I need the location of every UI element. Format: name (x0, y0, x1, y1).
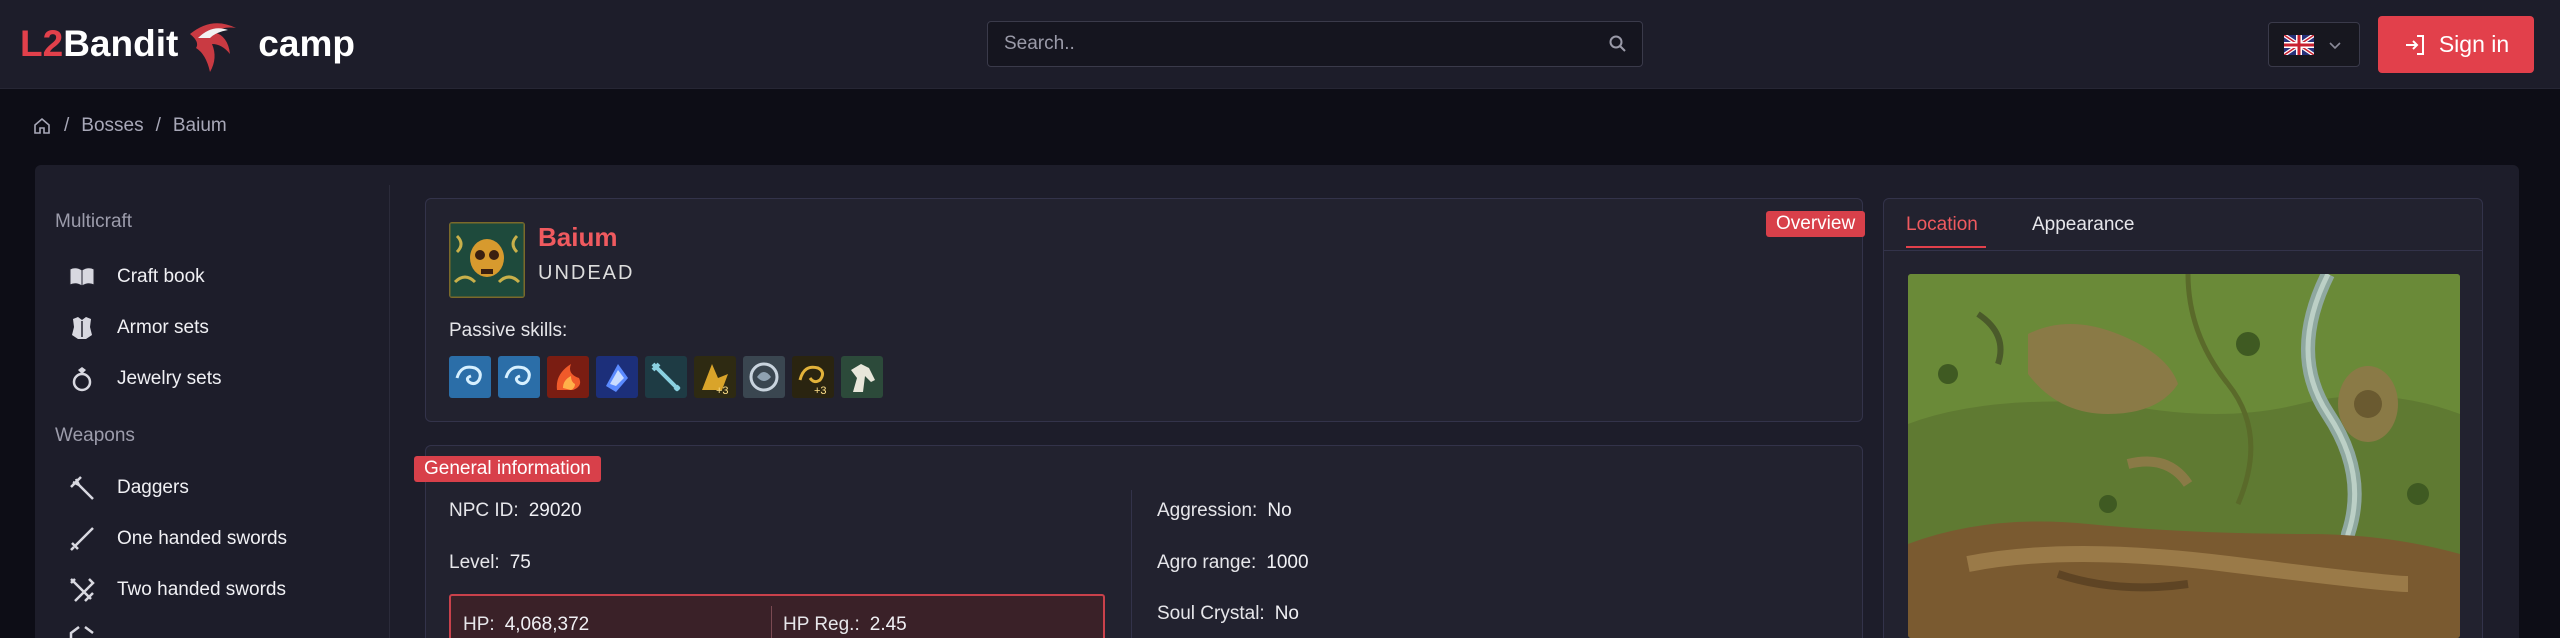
hp-reg-label: HP Reg.: (783, 614, 860, 635)
sidebar-item-label: Armor sets (117, 317, 209, 338)
sidebar-item-label: Craft book (117, 266, 205, 287)
hp-reg-value: 2.45 (869, 614, 907, 635)
search-input[interactable] (988, 22, 1588, 66)
skill-shield-icon[interactable] (743, 356, 785, 398)
general-information-ribbon: General information (414, 456, 601, 482)
sidebar-item-craft-book[interactable]: Craft book (67, 257, 205, 297)
level-value: 75 (509, 552, 531, 573)
sidebar-item-label: Jewelry sets (117, 368, 222, 389)
location-map[interactable] (1908, 274, 2460, 638)
two-handed-sword-icon (70, 578, 95, 602)
breadcrumb: / Bosses / Baium (32, 114, 227, 138)
aggression-value: No (1267, 500, 1292, 521)
skill-fire-icon[interactable] (547, 356, 589, 398)
skill-swirl-icon[interactable] (449, 356, 491, 398)
bandit-mask-logo-icon (190, 23, 237, 72)
level-label: Level: (449, 552, 500, 573)
weapon-icon (69, 626, 94, 638)
aggression-label: Aggression: (1157, 500, 1258, 521)
hp-value: 4,068,372 (504, 614, 590, 635)
search-icon[interactable] (1608, 34, 1628, 54)
dagger-icon (70, 476, 94, 500)
sidebar-item-one-handed-swords[interactable]: One handed swords (67, 519, 287, 559)
tab-location[interactable]: Location (1906, 214, 1978, 236)
logo-camp-text: camp (258, 23, 355, 64)
site-logo[interactable]: L2 Bandit camp (20, 18, 355, 72)
hp-row: HP: 4,068,372 (463, 614, 589, 636)
sword-icon (70, 527, 94, 551)
npc-id-label: NPC ID: (449, 500, 519, 521)
sidebar-item-armor-sets[interactable]: Armor sets (67, 308, 209, 348)
boss-race: UNDEAD (538, 262, 635, 284)
skill-blade-icon[interactable] (645, 356, 687, 398)
overview-ribbon: Overview (1766, 211, 1866, 237)
sidebar-item-label: Two handed swords (117, 579, 286, 600)
sign-in-button[interactable]: Sign in (2378, 16, 2534, 73)
hp-divider (771, 606, 772, 638)
sidebar-item-label: Daggers (117, 477, 189, 498)
armor-icon (72, 317, 92, 339)
skill-horse-icon[interactable] (841, 356, 883, 398)
sign-in-icon (2405, 34, 2424, 55)
tab-divider (1883, 250, 2483, 251)
breadcrumb-bosses-link[interactable]: Bosses (81, 115, 143, 137)
sidebar-item-label: One handed swords (117, 528, 288, 549)
logo-l2-text: L2 (20, 23, 64, 64)
skill-gold-rune-icon[interactable]: +3 (694, 356, 736, 398)
svg-text:+3: +3 (814, 385, 827, 397)
boss-name: Baium (538, 222, 618, 252)
svg-text:+3: +3 (716, 385, 729, 397)
breadcrumb-separator: / (155, 115, 161, 136)
logo-bandit-text: Bandit (63, 23, 179, 64)
agro-range-row: Agro range: 1000 (1157, 552, 1309, 574)
search-box[interactable] (987, 21, 1643, 67)
tab-appearance[interactable]: Appearance (2032, 214, 2134, 236)
column-divider (1131, 490, 1132, 638)
sidebar-heading-multicraft: Multicraft (55, 211, 133, 232)
sign-in-label: Sign in (2438, 31, 2510, 57)
uk-flag-icon (2284, 35, 2314, 55)
chevron-down-icon (2329, 42, 2341, 50)
hp-label: HP: (463, 614, 495, 635)
sidebar: Multicraft Craft book Armor sets Jewelry… (35, 185, 390, 638)
passive-skills-label: Passive skills: (449, 320, 568, 341)
npc-id-row: NPC ID: 29020 (449, 500, 582, 522)
sidebar-heading-weapons: Weapons (55, 425, 135, 446)
soul-crystal-label: Soul Crystal: (1157, 603, 1265, 624)
skill-swirl-icon[interactable] (498, 356, 540, 398)
hp-reg-row: HP Reg.: 2.45 (783, 614, 907, 636)
book-icon (69, 267, 95, 287)
hp-highlight-box: HP: 4,068,372 HP Reg.: 2.45 (449, 594, 1105, 638)
soul-crystal-row: Soul Crystal: No (1157, 603, 1299, 625)
breadcrumb-current: Baium (172, 115, 227, 136)
level-row: Level: 75 (449, 552, 531, 574)
agro-range-label: Agro range: (1157, 552, 1257, 573)
passive-skills-list: +3 +3 (449, 356, 883, 398)
boss-avatar (449, 222, 525, 298)
language-selector[interactable] (2268, 22, 2360, 67)
soul-crystal-value: No (1274, 603, 1299, 624)
ring-icon (72, 367, 92, 392)
aggression-row: Aggression: No (1157, 500, 1292, 522)
npc-id-value: 29020 (528, 500, 582, 521)
sidebar-item-two-handed-swords[interactable]: Two handed swords (67, 570, 286, 610)
sidebar-item-daggers[interactable]: Daggers (67, 468, 189, 508)
home-icon[interactable] (32, 116, 52, 136)
active-tab-indicator (1906, 246, 1986, 248)
agro-range-value: 1000 (1266, 552, 1309, 573)
breadcrumb-separator: / (64, 115, 70, 136)
skill-crystal-icon[interactable] (596, 356, 638, 398)
skill-gold-swirl-icon[interactable]: +3 (792, 356, 834, 398)
sidebar-item-jewelry-sets[interactable]: Jewelry sets (67, 359, 222, 399)
